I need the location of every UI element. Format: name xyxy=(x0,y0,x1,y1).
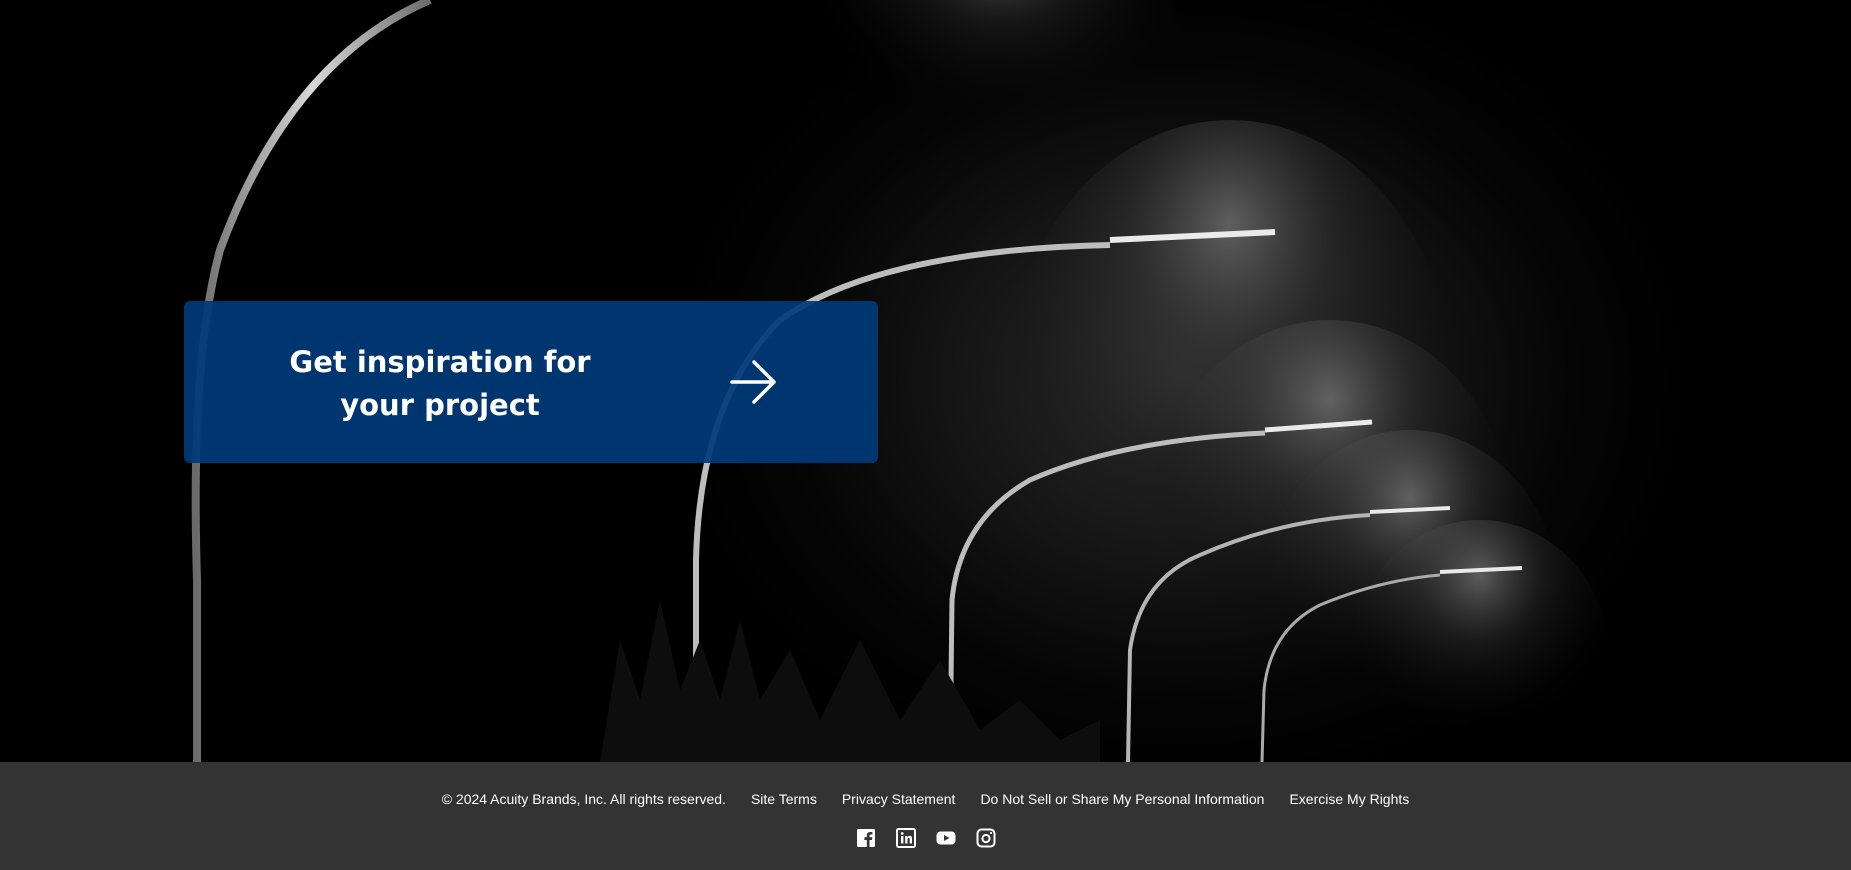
page: Get inspiration for your project © 2024 … xyxy=(0,0,1851,870)
site-footer: © 2024 Acuity Brands, Inc. All rights re… xyxy=(0,762,1851,870)
footer-link-exercise-my-rights[interactable]: Exercise My Rights xyxy=(1289,789,1409,809)
footer-link-site-terms[interactable]: Site Terms xyxy=(751,789,817,809)
facebook-link[interactable] xyxy=(856,828,876,848)
facebook-icon xyxy=(856,829,875,847)
instagram-icon xyxy=(976,828,995,848)
get-inspiration-cta[interactable]: Get inspiration for your project xyxy=(184,301,878,463)
hero-section: Get inspiration for your project xyxy=(0,0,1851,762)
linkedin-icon xyxy=(895,828,916,848)
cta-label-line-2: your project xyxy=(340,388,540,422)
copyright-text: © 2024 Acuity Brands, Inc. All rights re… xyxy=(441,791,726,807)
youtube-link[interactable] xyxy=(936,828,956,848)
cta-label-line-1: Get inspiration for xyxy=(289,345,591,379)
youtube-icon xyxy=(936,831,955,845)
arrow-right-icon xyxy=(730,360,776,404)
footer-links: © 2024 Acuity Brands, Inc. All rights re… xyxy=(0,789,1851,809)
footer-link-do-not-sell[interactable]: Do Not Sell or Share My Personal Informa… xyxy=(980,789,1264,809)
linkedin-link[interactable] xyxy=(895,828,916,848)
footer-link-privacy-statement[interactable]: Privacy Statement xyxy=(842,789,956,809)
social-links xyxy=(0,828,1851,848)
cta-label: Get inspiration for your project xyxy=(272,341,608,427)
instagram-link[interactable] xyxy=(976,828,996,848)
